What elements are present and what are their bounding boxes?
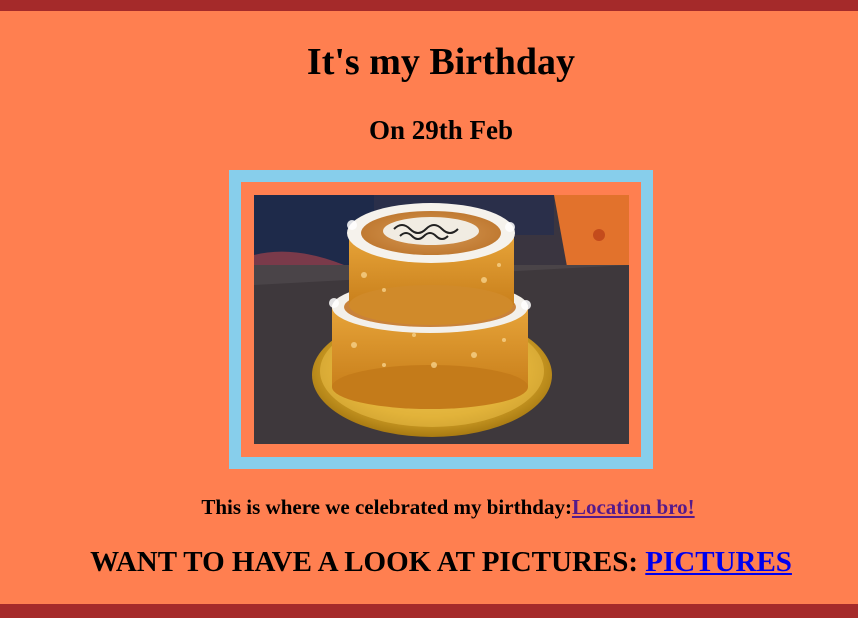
pictures-text: WANT TO HAVE A LOOK AT PICTURES: — [90, 546, 646, 578]
pictures-line: WANT TO HAVE A LOOK AT PICTURES: PICTURE… — [0, 545, 858, 579]
pictures-link[interactable]: PICTURES — [645, 546, 792, 578]
location-text: This is where we celebrated my birthday: — [201, 495, 572, 519]
photo-frame — [229, 170, 653, 469]
page-title: It's my Birthday — [306, 41, 576, 83]
bottom-border-bar — [0, 604, 858, 618]
location-line: This is where we celebrated my birthday:… — [0, 494, 858, 520]
page-subtitle: On 29th Feb — [368, 115, 514, 145]
cake-photo — [254, 195, 629, 444]
top-border-bar — [0, 0, 858, 11]
location-link[interactable]: Location bro! — [572, 495, 695, 519]
